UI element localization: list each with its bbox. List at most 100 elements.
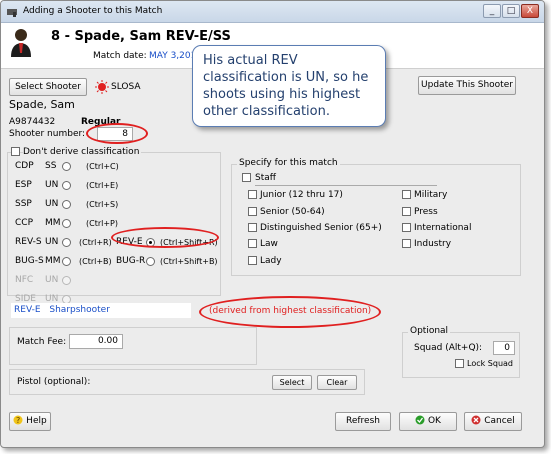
pistol-clear-button[interactable]: Clear [317, 375, 357, 390]
division-radio-nfc [62, 276, 71, 285]
division-class: UN [45, 275, 59, 285]
dialog-window: Adding a Shooter to this Match _ □ X 8 -… [0, 0, 545, 448]
check-icon [415, 415, 425, 425]
division-radio-esp[interactable] [62, 181, 71, 190]
division-class: UN [45, 237, 59, 247]
help-button[interactable]: ? Help [9, 412, 51, 431]
division-class: MM [45, 218, 61, 228]
optional-group [402, 332, 520, 378]
optional-title: Optional [408, 326, 451, 336]
division-shortcut: (Ctrl+S) [86, 200, 119, 209]
title-bar: Adding a Shooter to this Match _ □ X [1, 1, 544, 23]
division-radio-rev-s[interactable] [62, 238, 71, 247]
cancel-button[interactable]: Cancel [464, 412, 522, 431]
close-button[interactable]: X [521, 4, 539, 18]
window-title: Adding a Shooter to this Match [23, 6, 163, 16]
law-label[interactable]: Law [260, 239, 278, 249]
division-code: CDP [15, 161, 34, 171]
match-fee-label: Match Fee: [17, 337, 67, 347]
annotation-circle-number [86, 123, 148, 144]
specify-title: Specify for this match [237, 158, 340, 168]
division-code: REV-S [15, 237, 42, 247]
squad-label: Squad (Alt+Q): [414, 343, 483, 353]
slosa-sun-icon [95, 80, 109, 94]
ok-button[interactable]: OK [399, 412, 457, 431]
division-shortcut: (Ctrl+P) [86, 219, 119, 228]
division-code: BUG-S [15, 256, 44, 266]
division-radio-ssp[interactable] [62, 200, 71, 209]
industry-label[interactable]: Industry [414, 239, 451, 249]
dont-derive-label[interactable]: Don't derive classification [23, 147, 142, 157]
division-code: CCP [15, 218, 33, 228]
staff-divider [255, 185, 437, 186]
annotation-circle-rev-e [111, 227, 219, 248]
match-date-label: Match date: [93, 51, 147, 61]
match-fee-field[interactable]: 0.00 [69, 334, 123, 349]
cancel-label: Cancel [484, 416, 515, 426]
slosa-label[interactable]: SLOSA [111, 82, 141, 92]
ok-label: OK [427, 416, 441, 426]
division-class: UN [45, 199, 59, 209]
app-icon [7, 9, 17, 17]
division-class: SS [45, 161, 57, 171]
division-shortcut: (Ctrl+C) [86, 162, 119, 171]
staff-label[interactable]: Staff [255, 173, 276, 183]
senior-checkbox[interactable] [248, 207, 257, 216]
division-shortcut: (Ctrl+Shift+B) [160, 257, 218, 266]
law-checkbox[interactable] [248, 239, 257, 248]
lock-squad-checkbox[interactable] [455, 359, 464, 368]
shooter-name: Spade, Sam [9, 98, 75, 111]
lady-label[interactable]: Lady [260, 256, 282, 266]
junior-label[interactable]: Junior (12 thru 17) [260, 190, 343, 200]
junior-checkbox[interactable] [248, 190, 257, 199]
division-radio-bug-r[interactable] [146, 257, 155, 266]
help-label: Help [26, 416, 47, 426]
division-code: SSP [15, 199, 32, 209]
squad-field[interactable]: 0 [493, 341, 515, 355]
lock-squad-label[interactable]: Lock Squad [467, 359, 513, 368]
international-label[interactable]: International [414, 223, 471, 233]
select-shooter-button[interactable]: Select Shooter [9, 78, 87, 96]
division-shortcut: (Ctrl+B) [79, 257, 112, 266]
division-shortcut: (Ctrl+R) [79, 238, 112, 247]
shooter-number-label: Shooter number: [9, 129, 86, 139]
division-radio-cdp[interactable] [62, 162, 71, 171]
military-label[interactable]: Military [414, 190, 447, 200]
industry-checkbox[interactable] [402, 239, 411, 248]
division-radio-ccp[interactable] [62, 219, 71, 228]
svg-text:?: ? [16, 416, 20, 425]
pistol-select-button[interactable]: Select [272, 375, 312, 390]
pistol-label: Pistol (optional): [17, 377, 91, 387]
derived-division: REV-E [14, 305, 41, 315]
division-class: UN [45, 180, 59, 190]
update-shooter-button[interactable]: Update This Shooter [418, 76, 516, 95]
distinguished-senior-label[interactable]: Distinguished Senior (65+) [260, 223, 382, 233]
division-class: MM [45, 256, 61, 266]
annotation-circle-derived [199, 296, 381, 328]
military-checkbox[interactable] [402, 190, 411, 199]
distinguished-senior-checkbox[interactable] [248, 223, 257, 232]
header-title: 8 - Spade, Sam REV-E/SS [51, 29, 231, 44]
shooter-id: A9874432 [9, 117, 56, 127]
annotation-callout: His actual REV classification is UN, so … [192, 45, 386, 127]
press-label[interactable]: Press [414, 207, 438, 217]
press-checkbox[interactable] [402, 207, 411, 216]
staff-checkbox[interactable] [242, 173, 251, 182]
cancel-icon [471, 415, 481, 425]
dont-derive-checkbox[interactable] [11, 147, 20, 156]
division-code: NFC [15, 275, 34, 285]
division-radio-bug-s[interactable] [62, 257, 71, 266]
senior-label[interactable]: Senior (50-64) [260, 207, 325, 217]
division-shortcut: (Ctrl+E) [86, 181, 119, 190]
derived-classification: Sharpshooter [49, 305, 110, 315]
derived-classification-bar: REV-E Sharpshooter [11, 303, 191, 318]
division-code-bug-r: BUG-R [116, 256, 146, 266]
minimize-button[interactable]: _ [483, 4, 501, 18]
international-checkbox[interactable] [402, 223, 411, 232]
refresh-button[interactable]: Refresh [335, 412, 391, 431]
division-code: ESP [15, 180, 32, 190]
help-icon: ? [13, 415, 23, 425]
lady-checkbox[interactable] [248, 256, 257, 265]
person-icon [11, 29, 31, 57]
maximize-button[interactable]: □ [502, 4, 520, 18]
